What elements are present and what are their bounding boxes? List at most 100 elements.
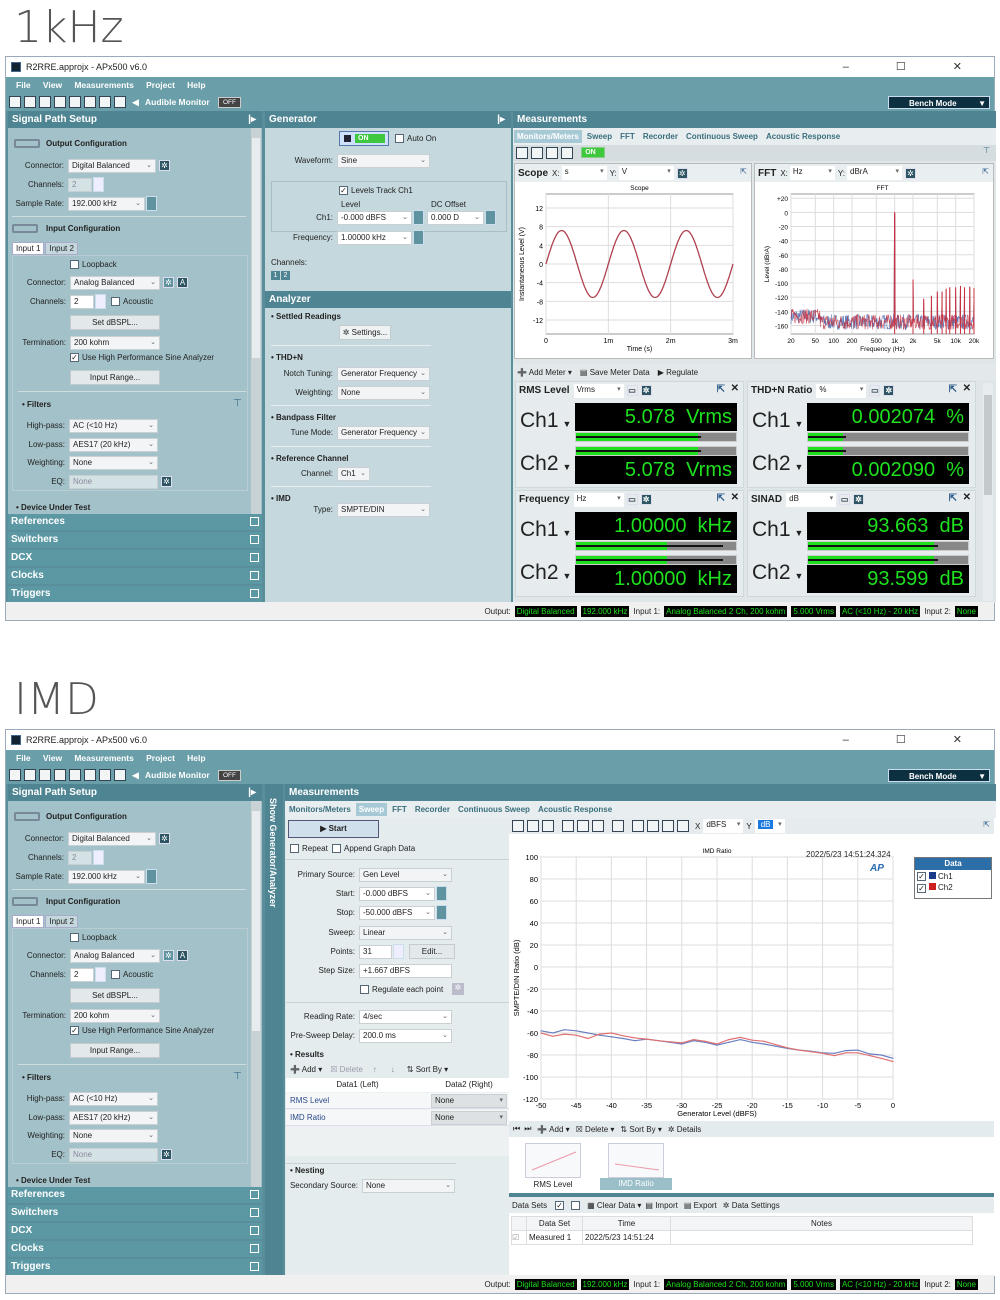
channels-spinner[interactable] [95, 294, 106, 309]
section-triggers[interactable]: Triggers [8, 586, 262, 602]
tune-mode-select[interactable]: Generator Frequency ⌄ [337, 425, 430, 440]
menu-file[interactable]: File [16, 80, 31, 90]
reference-channel-select[interactable]: Ch1 ⌄ [337, 466, 370, 481]
acoustic-icon[interactable]: A [177, 950, 188, 961]
gear-icon[interactable]: ✲ [640, 385, 652, 396]
delete-graph-button[interactable]: ☒ Delete ▾ [576, 1125, 615, 1134]
tab-continuous-sweep[interactable]: Continuous Sweep [686, 132, 758, 141]
bench-mode-dropdown[interactable]: Bench Mode ▼ [888, 96, 990, 109]
delete-result-button[interactable]: ☒ Delete [330, 1065, 363, 1074]
add-graph-icon[interactable] [561, 147, 573, 159]
move-down-icon[interactable]: ↓ [391, 1065, 395, 1074]
signal-path-icon[interactable] [69, 769, 81, 781]
termination-select[interactable]: 200 kohm ⌄ [70, 1008, 160, 1023]
input-connector-select[interactable]: Analog Balanced ⌄ [70, 275, 160, 290]
use-hp-sine-checkbox[interactable]: ✓ Use High Performance Sine Analyzer [70, 1026, 214, 1036]
function-icon[interactable] [662, 820, 674, 832]
acoustic-icon[interactable]: A [177, 277, 188, 288]
loopback-checkbox[interactable]: Loopback [70, 260, 117, 270]
input-connector-select[interactable]: Analog Balanced ⌄ [70, 948, 160, 963]
start-button[interactable]: ▶ Start [288, 820, 379, 838]
meter-type-icon[interactable]: ▭ [869, 385, 881, 396]
pre-sweep-delay-select[interactable]: 200.0 ms ⌄ [359, 1028, 452, 1043]
clock-icon[interactable] [99, 96, 111, 108]
close-icon[interactable]: ✕ [731, 492, 739, 503]
channel-label[interactable]: Ch1 ▼ [752, 518, 803, 542]
bench-mode-dropdown[interactable]: Bench Mode ▼ [888, 769, 990, 782]
x-unit-select[interactable]: dBFS ▾ [703, 819, 744, 833]
tab-fft[interactable]: FFT [620, 132, 635, 141]
window-controls[interactable]: – ☐ ✕ [843, 57, 984, 77]
open-icon[interactable] [24, 769, 36, 781]
step-size-input[interactable]: +1.667 dBFS [359, 963, 452, 978]
lowpass-select[interactable]: AES17 (20 kHz) ⌄ [69, 437, 158, 452]
popout-icon[interactable]: ⇱ [717, 493, 725, 504]
set-dbspl-button[interactable]: Set dBSPL... [70, 988, 160, 1003]
gear-icon[interactable]: ✲ [640, 494, 652, 505]
gear-icon[interactable]: ✲ [676, 167, 688, 179]
audible-monitor-toggle[interactable]: OFF [217, 770, 241, 781]
save-icon[interactable] [39, 96, 51, 108]
frequency-select[interactable]: 1.00000 kHz ⌄ [337, 230, 412, 245]
waveform-select[interactable]: Sine ⌄ [337, 153, 430, 168]
popout-icon[interactable]: ⇱ [983, 820, 990, 829]
stop-spinner[interactable] [436, 905, 447, 920]
input-range-button[interactable]: Input Range... [70, 370, 160, 385]
data2-select[interactable]: None ▾ [431, 1094, 507, 1108]
scope-y-unit-select[interactable]: V ▾ [618, 166, 674, 180]
regulate-each-point-checkbox[interactable]: Regulate each point [360, 985, 443, 995]
add-graph-icon[interactable] [114, 96, 126, 108]
move-up-icon[interactable]: ↑ [373, 1065, 377, 1074]
menu-project[interactable]: Project [146, 753, 175, 763]
set-dbspl-button[interactable]: Set dBSPL... [70, 315, 160, 330]
channel-label[interactable]: Ch2 ▼ [520, 561, 571, 585]
weighting-select[interactable]: None ⌄ [69, 455, 158, 470]
signal-path-icon[interactable] [516, 147, 528, 159]
frequency-spinner[interactable] [413, 230, 424, 245]
pin-icon[interactable]: |▸ [248, 111, 256, 128]
clock-icon[interactable] [546, 147, 558, 159]
menu-view[interactable]: View [43, 753, 62, 763]
section-dcx[interactable]: DCX [8, 1223, 262, 1239]
menu-measurements[interactable]: Measurements [74, 753, 134, 763]
sample-rate-spinner[interactable] [146, 869, 157, 884]
weighting-select[interactable]: None ⌄ [337, 385, 430, 400]
check-all-icon[interactable]: ✓ [555, 1200, 565, 1210]
weighting-select[interactable]: None ⌄ [69, 1128, 158, 1143]
tab-input-2[interactable]: Input 2 [45, 915, 78, 928]
gear-icon[interactable]: ✲ [161, 476, 172, 487]
points-spinner[interactable] [393, 944, 404, 959]
output-channels-input[interactable]: 2 [68, 177, 92, 192]
gear-icon[interactable]: ✲ [883, 385, 895, 396]
meter-unit-select[interactable]: % ▾ [816, 383, 867, 398]
gear-icon[interactable] [54, 96, 66, 108]
fit-icon[interactable] [592, 820, 604, 832]
acoustic-checkbox[interactable]: Acoustic [111, 970, 153, 980]
monitor-icon[interactable] [84, 96, 96, 108]
new-file-icon[interactable] [9, 96, 21, 108]
meter-unit-select[interactable]: dB ▾ [786, 492, 837, 507]
eq-input[interactable]: None [69, 1147, 158, 1162]
last-icon[interactable]: ⏭ [524, 1124, 531, 1134]
settings-button[interactable]: ✲ Settings... [339, 325, 391, 340]
monitor-icon[interactable] [531, 147, 543, 159]
tab-recorder[interactable]: Recorder [415, 805, 450, 814]
uncheck-all-icon[interactable] [571, 1200, 581, 1210]
tab-sweep[interactable]: Sweep [587, 132, 612, 141]
section-triggers[interactable]: Triggers [8, 1259, 262, 1275]
lowpass-select[interactable]: AES17 (20 kHz) ⌄ [69, 1110, 158, 1125]
close-icon[interactable]: ✕ [731, 383, 739, 394]
thumbnail-imd-ratio[interactable] [608, 1143, 664, 1178]
clear-data-button[interactable]: ▦ Clear Data ▾ [587, 1201, 641, 1210]
y-unit-select[interactable]: dB ▾ [754, 819, 785, 833]
scope-x-unit-select[interactable]: s ▾ [561, 166, 607, 180]
new-file-icon[interactable] [9, 769, 21, 781]
sort-by-button[interactable]: ⇅ Sort By ▾ [407, 1065, 448, 1074]
tab-fft[interactable]: FFT [392, 805, 407, 814]
repeat-checkbox[interactable]: Repeat [290, 844, 328, 854]
section-switchers[interactable]: Switchers [8, 1205, 262, 1221]
acoustic-checkbox[interactable]: Acoustic [111, 297, 153, 307]
first-icon[interactable]: ⏮ [513, 1124, 520, 1134]
notch-tuning-select[interactable]: Generator Frequency ⌄ [337, 366, 430, 381]
use-hp-sine-checkbox[interactable]: ✓ Use High Performance Sine Analyzer [70, 353, 214, 363]
